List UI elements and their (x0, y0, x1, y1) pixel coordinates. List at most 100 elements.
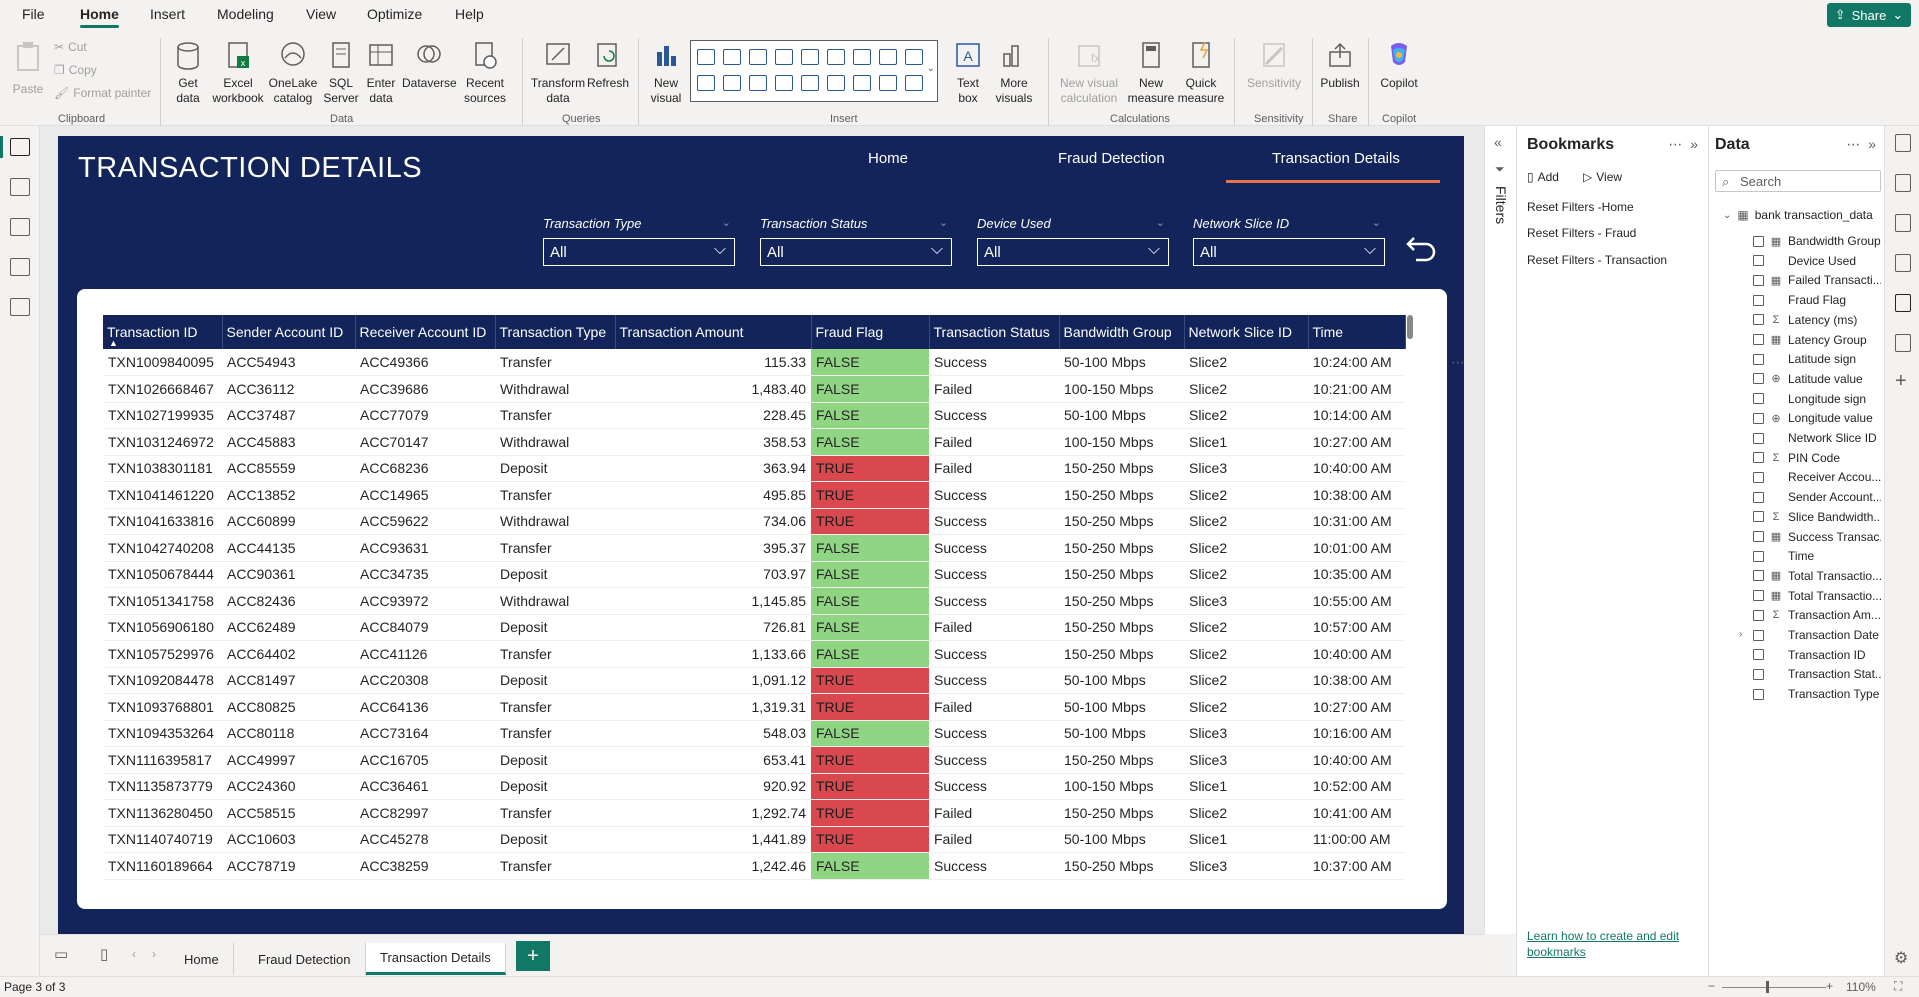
dataverse-button[interactable]: Dataverse (402, 40, 457, 106)
table-row[interactable]: TXN1140740719 ACC10603 ACC45278 Deposit 1,44… (103, 826, 1405, 853)
field-checkbox[interactable] (1753, 688, 1764, 700)
table-row[interactable]: TXN1056906180 ACC62489 ACC84079 Deposit 726.… (103, 614, 1405, 641)
field-checkbox[interactable] (1753, 314, 1764, 326)
data-field-item[interactable]: Latitude sign (1753, 352, 1881, 366)
fit-to-page-icon[interactable]: ⛶ (1894, 979, 1902, 994)
data-field-item[interactable]: ▦ Success Transac... (1753, 530, 1881, 544)
col-sender-account-id[interactable]: Sender Account ID (222, 315, 356, 349)
menu-insert[interactable]: Insert (150, 6, 185, 22)
data-field-item[interactable]: Σ PIN Code (1753, 451, 1881, 465)
next-page-icon[interactable]: › (152, 947, 156, 961)
more-options-icon[interactable]: ⋯ (1846, 136, 1860, 152)
data-field-item[interactable]: ▦ Latency Group (1753, 333, 1881, 347)
table-row[interactable]: TXN1041633816 ACC60899 ACC59622 Withdrawal 7… (103, 508, 1405, 535)
dax-query-view-icon[interactable] (10, 258, 30, 276)
table-row[interactable]: TXN1057529976 ACC64402 ACC41126 Transfer 1,1… (103, 640, 1405, 668)
refresh-button[interactable]: Refresh (586, 40, 630, 91)
data-field-item[interactable]: Sender Account... (1753, 490, 1881, 504)
data-field-item[interactable]: ▦ Failed Transacti... (1753, 273, 1881, 287)
slicer-dropdown[interactable]: All ⌵ (543, 238, 735, 266)
new-measure-button[interactable]: New measure (1126, 40, 1176, 106)
new-visual-button[interactable]: New visual (646, 40, 686, 106)
field-checkbox[interactable] (1753, 511, 1764, 523)
gallery-expand-icon[interactable]: ⌄ (927, 63, 935, 74)
sensitivity-button[interactable]: Sensitivity (1240, 40, 1308, 91)
field-checkbox[interactable] (1753, 274, 1764, 286)
visual-type-icon[interactable] (723, 75, 741, 91)
visual-type-icon[interactable] (775, 75, 793, 91)
table-row[interactable]: TXN1160189664 ACC78719 ACC38259 Transfer 1,2… (103, 852, 1405, 880)
filters-pane-collapsed[interactable]: « ⏷ Filters (1484, 126, 1516, 934)
table-row[interactable]: TXN1038301181 ACC85559 ACC68236 Deposit 363.… (103, 455, 1405, 482)
field-checkbox[interactable] (1753, 235, 1764, 247)
data-field-item[interactable]: Transaction Date (1753, 628, 1881, 642)
field-checkbox[interactable] (1753, 570, 1764, 582)
table-row[interactable]: TXN1135873779 ACC24360 ACC36461 Deposit 920.… (103, 773, 1405, 800)
paste-button[interactable]: Paste (10, 40, 46, 97)
visual-gallery[interactable]: ⌄ (690, 40, 938, 102)
expand-left-icon[interactable]: « (1494, 134, 1502, 150)
learn-bookmarks-link[interactable]: Learn how to create and edit bookmarks (1527, 928, 1697, 960)
more-options-icon[interactable]: ⋯ (1451, 354, 1466, 371)
zoom-slider[interactable] (1722, 987, 1826, 988)
visual-type-icon[interactable] (775, 49, 793, 65)
chevron-down-icon[interactable]: ⌄ (722, 216, 731, 229)
quick-measure-button[interactable]: Quick measure (1176, 40, 1226, 106)
desktop-layout-icon[interactable]: ▭ (54, 945, 68, 963)
cut-button[interactable]: ✂ Cut (54, 40, 87, 54)
visual-type-icon[interactable] (697, 49, 715, 65)
zoom-slider-thumb[interactable] (1766, 981, 1769, 993)
field-checkbox[interactable] (1753, 471, 1764, 483)
col-transaction-status[interactable]: Transaction Status (929, 315, 1060, 349)
page-tab-fraud-detection[interactable]: Fraud Detection (244, 943, 366, 975)
data-field-item[interactable]: Σ Latency (ms) (1753, 313, 1881, 327)
table-row[interactable]: TXN1042740208 ACC44135 ACC93631 Transfer 395… (103, 534, 1405, 562)
chevron-down-icon[interactable]: ⌄ (939, 216, 948, 229)
visual-type-icon[interactable] (853, 75, 871, 91)
data-field-item[interactable]: ▦ Total Transactio... (1753, 569, 1881, 583)
field-checkbox[interactable] (1753, 491, 1764, 503)
data-pane-icon[interactable] (1895, 134, 1911, 152)
visual-type-icon[interactable] (879, 49, 897, 65)
add-pane-icon[interactable]: + (1895, 370, 1907, 393)
col-network-slice-id[interactable]: Network Slice ID (1184, 315, 1309, 349)
recent-sources-button[interactable]: Recent sources (458, 40, 512, 106)
data-table-node[interactable]: ⌄ ▦ bank transaction_data (1723, 208, 1873, 222)
new-visual-calculation-button[interactable]: fx New visual calculation (1056, 40, 1122, 106)
data-field-item[interactable]: Receiver Accou... (1753, 470, 1881, 484)
nav-fraud-detection-button[interactable]: Fraud Detection (1058, 150, 1165, 167)
onelake-catalog-button[interactable]: OneLake catalog (266, 40, 320, 106)
field-checkbox[interactable] (1753, 373, 1764, 385)
data-field-item[interactable]: Longitude sign (1753, 392, 1881, 406)
data-field-item[interactable]: Transaction Stat... (1753, 667, 1881, 681)
field-checkbox[interactable] (1753, 432, 1764, 444)
table-scrollbar[interactable] (1407, 315, 1413, 339)
col-transaction-amount[interactable]: Transaction Amount (615, 315, 812, 349)
menu-modeling[interactable]: Modeling (217, 6, 274, 22)
data-field-item[interactable]: ▦ Total Transactio... (1753, 589, 1881, 603)
menu-optimize[interactable]: Optimize (367, 6, 422, 22)
data-field-item[interactable]: Network Slice ID (1753, 431, 1881, 445)
bookmark-item[interactable]: Reset Filters - Transaction (1527, 253, 1667, 267)
chevron-down-icon[interactable]: ⌄ (1372, 216, 1381, 229)
expand-chevron-icon[interactable]: › (1739, 629, 1742, 640)
format-painter-button[interactable]: 🖌 Format painter (54, 86, 151, 100)
table-row[interactable]: TXN1051341758 ACC82436 ACC93972 Withdrawal 1… (103, 587, 1405, 615)
excel-workbook-button[interactable]: x Excel workbook (210, 40, 266, 106)
page-tab-transaction-details[interactable]: Transaction Details (366, 943, 506, 975)
visual-type-icon[interactable] (879, 75, 897, 91)
collapse-right-icon[interactable]: » (1690, 136, 1698, 152)
page-tab-home[interactable]: Home (170, 943, 234, 975)
slicer-dropdown[interactable]: All ⌵ (977, 238, 1169, 266)
visual-type-icon[interactable] (827, 75, 845, 91)
table-row[interactable]: TXN1136280450 ACC58515 ACC82997 Transfer 1,2… (103, 799, 1405, 827)
table-row[interactable]: TXN1041461220 ACC13852 ACC14965 Transfer 495… (103, 481, 1405, 509)
sql-server-button[interactable]: SQL Server (322, 40, 360, 106)
menu-help[interactable]: Help (455, 6, 484, 22)
table-row[interactable]: TXN1116395817 ACC49997 ACC16705 Deposit 653.… (103, 746, 1405, 774)
zoom-in-icon[interactable]: + (1826, 979, 1833, 993)
data-field-item[interactable]: Σ Slice Bandwidth... (1753, 510, 1881, 524)
add-bookmark-button[interactable]: ▯ Add (1527, 170, 1559, 184)
field-checkbox[interactable] (1753, 550, 1764, 562)
menu-home[interactable]: Home (80, 6, 119, 28)
